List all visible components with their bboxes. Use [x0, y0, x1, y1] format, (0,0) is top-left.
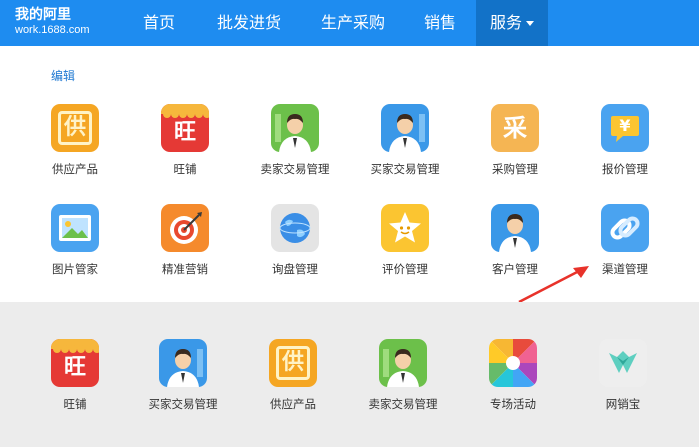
brand-logo[interactable]: 我的阿里 work.1688.com [15, 7, 90, 37]
brand-title: 我的阿里 [15, 7, 71, 23]
tile-wang-shop[interactable]: 旺 旺铺 [130, 104, 240, 177]
wang-shop-icon: 旺 [161, 104, 209, 152]
gong-supply-icon: 供 [269, 339, 317, 387]
nav-item-procurement[interactable]: 生产采购 [306, 0, 400, 46]
nav-item-services[interactable]: 服务 [476, 0, 548, 46]
tile-picture-manager[interactable]: 图片管家 [20, 204, 130, 277]
tile-label: 报价管理 [602, 162, 648, 176]
nav-item-label: 销售 [423, 13, 456, 32]
top-nav-bar: 我的阿里 work.1688.com 首页 批发进货 生产采购 销售 服务 [0, 0, 699, 46]
nav-item-label: 服务 [489, 13, 522, 32]
tile-label: 评价管理 [382, 262, 428, 276]
icon-glyph: 旺 [63, 355, 86, 380]
tile-label: 卖家交易管理 [368, 397, 438, 411]
tile-label: 供应产品 [52, 162, 98, 176]
tile-rec-supply-products[interactable]: 供 供应产品 [238, 339, 348, 412]
brand-subtitle: work.1688.com [15, 24, 90, 36]
tile-label: 采购管理 [492, 162, 538, 176]
wang-shop-icon: 旺 [51, 339, 99, 387]
nav-item-wholesale[interactable]: 批发进货 [202, 0, 296, 46]
seller-avatar-icon [271, 104, 319, 152]
nav-item-label: 批发进货 [216, 13, 281, 32]
buyer-avatar-icon [159, 339, 207, 387]
edit-link[interactable]: 编辑 [51, 67, 75, 84]
tile-rec-seller-trade[interactable]: 卖家交易管理 [348, 339, 458, 412]
quote-yen-bubble-icon: ¥ [601, 104, 649, 152]
icon-glyph: ¥ [619, 116, 631, 135]
seller-avatar-icon [379, 339, 427, 387]
nav-item-label: 生产采购 [320, 13, 385, 32]
buyer-avatar-icon [381, 104, 429, 152]
picture-icon [51, 204, 99, 252]
tile-label: 买家交易管理 [370, 162, 440, 176]
tile-precision-marketing[interactable]: 精准营销 [130, 204, 240, 277]
tile-buyer-trade[interactable]: 买家交易管理 [350, 104, 460, 177]
target-icon [161, 204, 209, 252]
tile-purchase-mgmt[interactable]: 采 采购管理 [460, 104, 570, 177]
tile-quote-mgmt[interactable]: ¥ 报价管理 [570, 104, 680, 177]
globe-icon [271, 204, 319, 252]
tile-label: 网销宝 [605, 397, 641, 411]
tile-label: 旺铺 [63, 397, 87, 411]
annotation-arrow-icon [518, 266, 589, 304]
tile-inquiry-mgmt[interactable]: 询盘管理 [240, 204, 350, 277]
tile-label: 精准营销 [162, 262, 208, 276]
tile-label: 供应产品 [270, 397, 316, 411]
tile-rec-buyer-trade[interactable]: 买家交易管理 [128, 339, 238, 412]
tile-rec-special-events[interactable]: 专场活动 [458, 339, 568, 412]
icon-glyph: 供 [63, 115, 86, 140]
tile-review-mgmt[interactable]: 评价管理 [350, 204, 460, 277]
tile-label: 专场活动 [490, 397, 536, 411]
tile-label: 旺铺 [173, 162, 197, 176]
tile-rec-wang-shop[interactable]: 旺 旺铺 [20, 339, 130, 412]
cai-purchase-icon: 采 [491, 104, 539, 152]
customer-avatar-icon [491, 204, 539, 252]
icon-glyph: 旺 [173, 120, 196, 145]
tile-label: 卖家交易管理 [260, 162, 330, 176]
wangxiaobao-logo-icon [599, 339, 647, 387]
nav-item-sales[interactable]: 销售 [409, 0, 471, 46]
tile-label: 询盘管理 [272, 262, 318, 276]
caret-down-icon [526, 21, 534, 26]
tile-rec-wangxiaobao[interactable]: 网销宝 [568, 339, 678, 412]
tile-seller-trade[interactable]: 卖家交易管理 [240, 104, 350, 177]
channel-link-icon [601, 204, 649, 252]
star-face-icon [381, 204, 429, 252]
tile-supply-products[interactable]: 供 供应产品 [20, 104, 130, 177]
petal-activity-icon [489, 339, 537, 387]
nav-item-home[interactable]: 首页 [128, 0, 190, 46]
tile-label: 买家交易管理 [148, 397, 218, 411]
tile-label: 图片管家 [52, 262, 98, 276]
icon-glyph: 供 [281, 350, 304, 375]
gong-supply-icon: 供 [51, 104, 99, 152]
icon-glyph: 采 [503, 114, 527, 142]
nav-item-label: 首页 [142, 13, 175, 32]
